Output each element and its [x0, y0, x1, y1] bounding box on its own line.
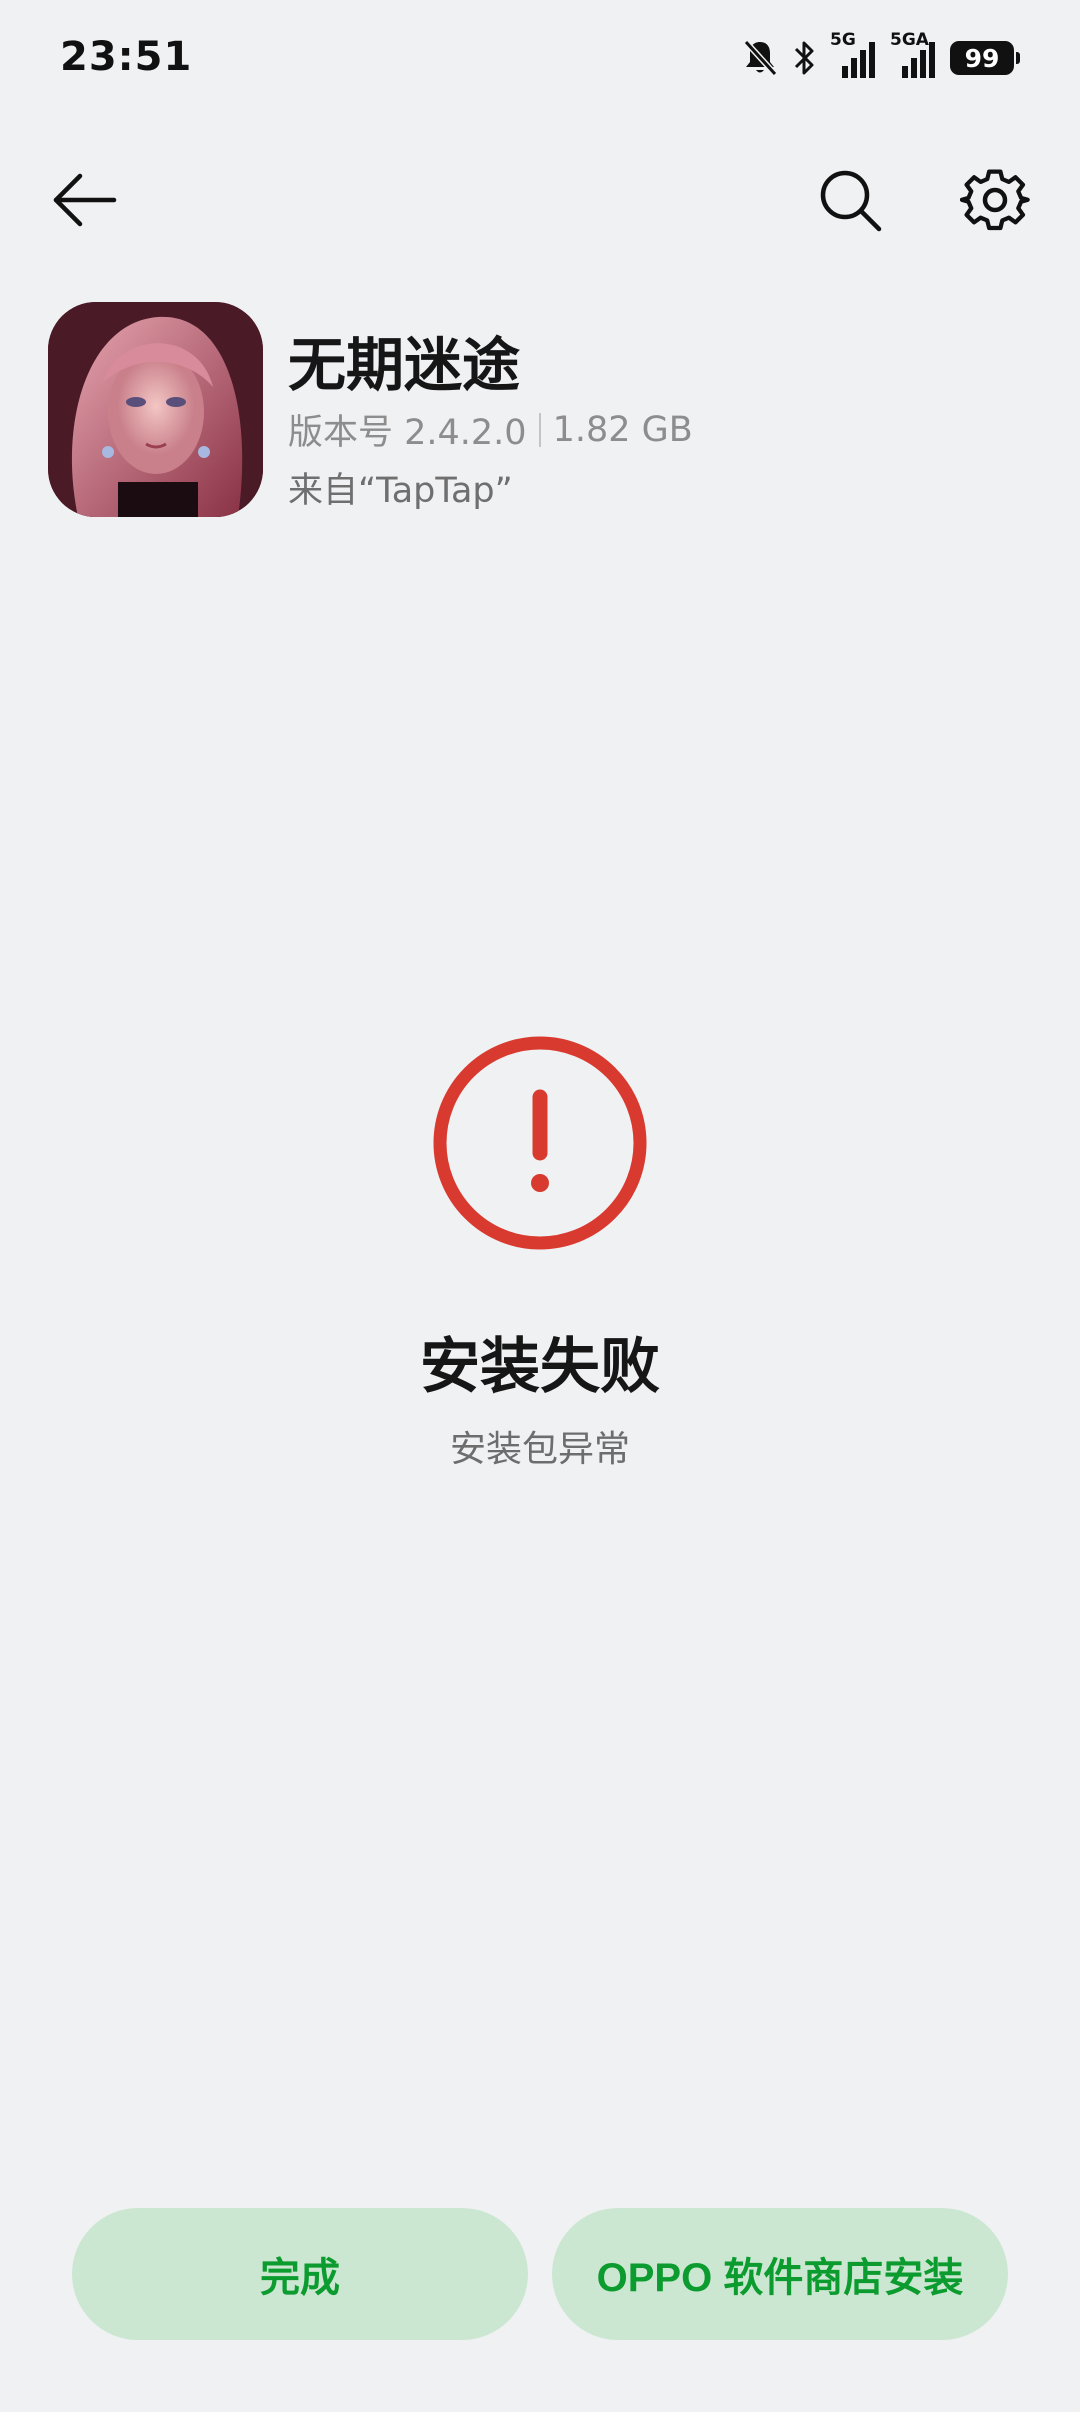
- app-info: 无期迷途 版本号 2.4.2.0 1.82 GB 来自“TapTap”: [48, 302, 1038, 522]
- app-version: 版本号 2.4.2.0: [288, 413, 527, 453]
- mute-bell-icon: [742, 38, 778, 78]
- done-button[interactable]: 完成: [72, 2208, 528, 2340]
- status-icons: 5G 5GA 99: [742, 30, 1020, 80]
- app-meta: 版本号 2.4.2.0 1.82 GB: [288, 404, 693, 455]
- app-source: 来自“TapTap”: [288, 471, 513, 511]
- bluetooth-icon: [792, 38, 816, 78]
- app-name: 无期迷途: [288, 331, 521, 399]
- error-exclamation-icon: [432, 1035, 648, 1251]
- network-label-2: 5GA: [890, 30, 929, 50]
- back-arrow-icon: [53, 173, 117, 227]
- signal-icon-1: 5G: [830, 30, 876, 80]
- network-label-1: 5G: [830, 30, 856, 50]
- meta-divider: [538, 412, 541, 447]
- settings-button[interactable]: [950, 160, 1040, 240]
- app-bar: [0, 150, 1080, 250]
- store-install-button[interactable]: OPPO 软件商店安装: [552, 2208, 1008, 2340]
- signal-icon-2: 5GA: [890, 30, 936, 80]
- status-time: 23:51: [60, 34, 193, 80]
- result-title: 安装失败: [420, 1332, 660, 1402]
- app-icon: [48, 302, 263, 517]
- status-bar: 23:51 5G 5GA 99: [0, 0, 1080, 120]
- back-button[interactable]: [40, 160, 130, 240]
- search-button[interactable]: [805, 160, 895, 240]
- search-icon: [820, 170, 882, 232]
- app-size: 1.82 GB: [552, 409, 693, 450]
- result-subtitle: 安装包异常: [449, 1429, 630, 1470]
- gear-icon: [960, 169, 1030, 231]
- battery-icon: 99: [950, 41, 1020, 75]
